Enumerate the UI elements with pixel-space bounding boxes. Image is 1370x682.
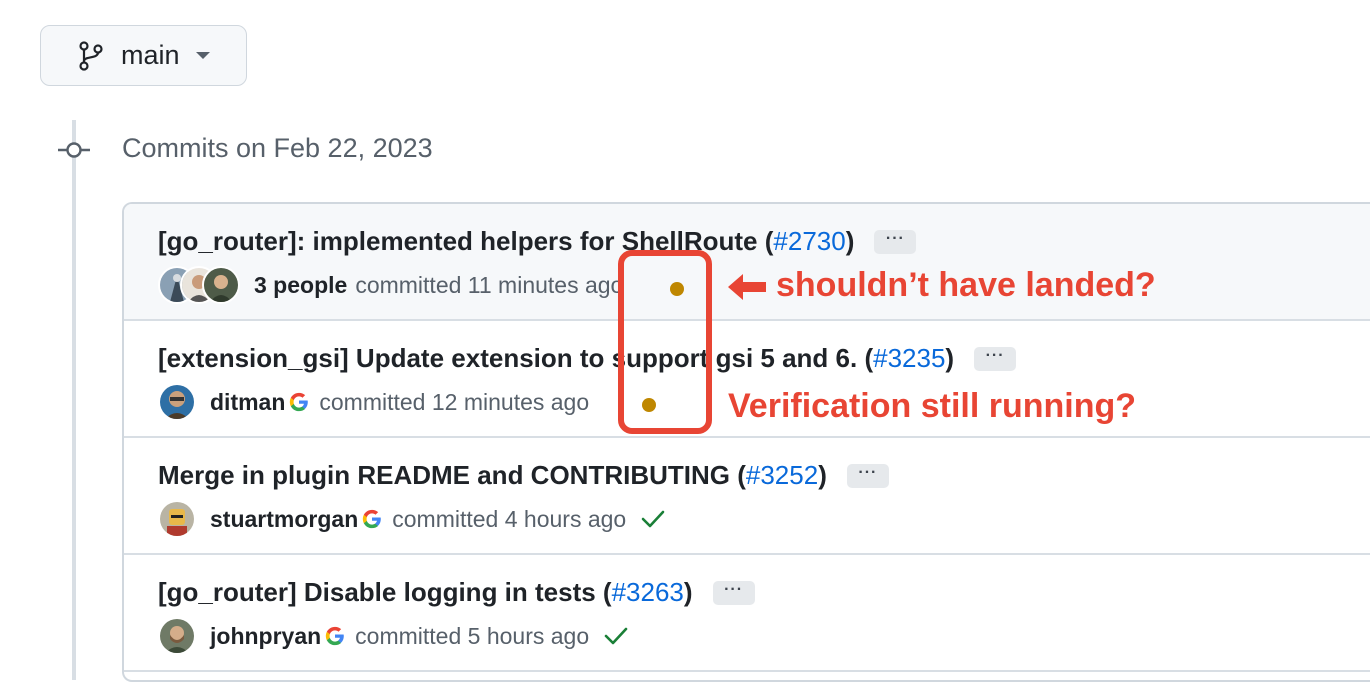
annotation-highlight-box (618, 250, 712, 434)
avatar (202, 266, 240, 304)
commit-title[interactable]: [go_router] Disable logging in tests ( #… (158, 577, 755, 608)
commit-author[interactable]: johnpryan (210, 623, 321, 650)
arrow-left-icon (728, 274, 766, 300)
commit-message-suffix: ) (683, 577, 693, 607)
commit-title[interactable]: [go_router]: implemented helpers for She… (158, 226, 917, 257)
annotation-shouldnt-have-landed: shouldn’t have landed? (776, 266, 1156, 304)
pr-link[interactable]: #3263 (612, 577, 684, 608)
expand-message-button[interactable]: ··· (874, 229, 917, 254)
commit-message[interactable]: Merge in plugin README and CONTRIBUTING … (158, 460, 746, 491)
avatar[interactable] (158, 383, 196, 421)
commit-message-suffix: ) (945, 343, 955, 373)
branch-selector-button[interactable]: main (40, 25, 247, 86)
git-commit-icon (58, 142, 90, 158)
commit-title[interactable]: Merge in plugin README and CONTRIBUTING … (158, 460, 889, 491)
git-branch-icon (79, 40, 103, 71)
google-icon (326, 626, 344, 646)
avatar-stack[interactable] (158, 266, 240, 304)
check-icon[interactable] (603, 625, 629, 647)
commit-author[interactable]: 3 people (254, 272, 347, 299)
commit-title[interactable]: [extension_gsi] Update extension to supp… (158, 343, 1017, 374)
commit-time: committed 5 hours ago (355, 622, 590, 649)
commit-group-heading: Commits on Feb 22, 2023 (122, 133, 433, 163)
commit-row: [go_router] Disable logging in tests ( #… (124, 555, 1370, 672)
commit-row: Merge in plugin README and CONTRIBUTING … (124, 438, 1370, 555)
commit-message-suffix: ) (818, 460, 827, 490)
google-icon (363, 509, 382, 529)
check-icon[interactable] (640, 508, 666, 530)
commit-time: committed 11 minutes ago (355, 271, 624, 298)
chevron-down-icon (195, 52, 210, 59)
pr-link[interactable]: #2730 (773, 226, 845, 257)
commit-message[interactable]: [extension_gsi] Update extension to supp… (158, 343, 873, 374)
commit-author[interactable]: ditman (210, 389, 285, 416)
google-icon (290, 392, 309, 412)
expand-message-button[interactable]: ··· (712, 580, 755, 605)
avatar[interactable] (158, 617, 196, 655)
commit-message-suffix: ) (845, 226, 855, 256)
pr-link[interactable]: #3235 (873, 343, 945, 374)
commit-meta: ditman committed 12 minutes ago (158, 383, 589, 421)
annotation-verification-running: Verification still running? (728, 387, 1137, 425)
commit-time: committed 12 minutes ago (319, 388, 590, 415)
avatar[interactable] (158, 500, 196, 538)
pr-link[interactable]: #3252 (746, 460, 818, 491)
commit-meta: stuartmorgan committed 4 hours ago (158, 500, 666, 538)
timeline-line (72, 120, 76, 680)
commit-message[interactable]: [go_router] Disable logging in tests ( (158, 577, 612, 608)
expand-message-button[interactable]: ··· (974, 346, 1017, 371)
commit-author[interactable]: stuartmorgan (210, 506, 358, 533)
commit-row: [go_router]: implemented helpers for She… (124, 204, 1370, 321)
expand-message-button[interactable]: ··· (846, 463, 889, 488)
commit-time: committed 4 hours ago (392, 505, 627, 532)
branch-name: main (121, 40, 180, 70)
commit-meta: johnpryan committed 5 hours ago (158, 617, 629, 655)
commit-meta: 3 people committed 11 minutes ago (158, 266, 623, 304)
